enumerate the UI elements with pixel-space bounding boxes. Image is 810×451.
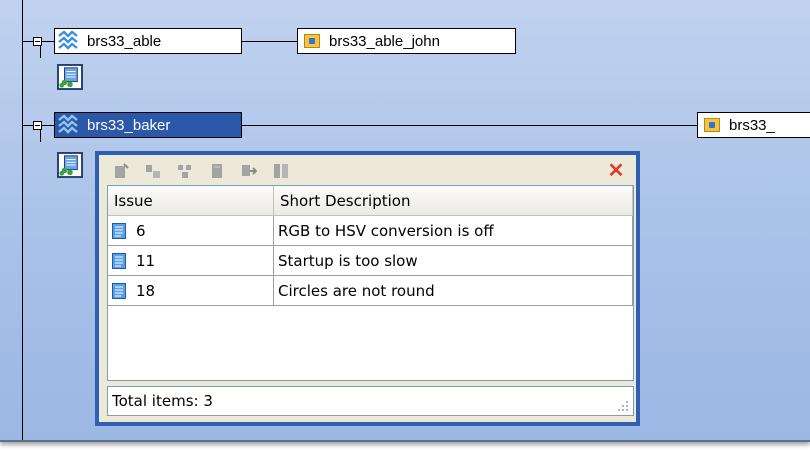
stream-node-baker[interactable]: brs33_baker [54, 112, 242, 138]
tree-branch-line [22, 125, 33, 126]
associate-issue-icon[interactable] [145, 163, 161, 179]
workspace-icon [704, 118, 720, 132]
workspace-node-able-john[interactable]: brs33_able_john [297, 28, 516, 54]
workspace-node-baker[interactable]: brs33_ [697, 112, 810, 138]
add-issues-icon[interactable] [177, 163, 193, 179]
tree-branch-line [22, 41, 33, 42]
edit-issue-icon[interactable] [209, 163, 225, 179]
resize-grip-icon[interactable] [617, 400, 629, 412]
total-items-label: Total items: 3 [112, 392, 213, 410]
issues-button-able[interactable] [57, 64, 83, 90]
issue-number: 18 [136, 281, 156, 300]
stream-icon [58, 114, 78, 134]
description-cell: Circles are not round [274, 276, 633, 305]
table-row[interactable]: 18 Circles are not round [108, 276, 633, 306]
description-cell: RGB to HSV conversion is off [274, 216, 633, 245]
move-issue-icon[interactable] [241, 163, 257, 179]
issue-icon [112, 282, 126, 299]
issues-toolbar: ✕ [99, 155, 636, 187]
stream-node-label: brs33_able [87, 32, 162, 50]
tree-branch-line [40, 44, 41, 58]
close-icon[interactable]: ✕ [606, 161, 626, 181]
issue-cell: 18 [108, 276, 274, 305]
issues-button-baker[interactable] [57, 152, 83, 178]
stream-node-label: brs33_baker [87, 116, 171, 134]
split-issue-icon[interactable] [273, 163, 289, 179]
workspace-node-label: brs33_able_john [329, 32, 440, 50]
table-row[interactable]: 11 Startup is too slow [108, 246, 633, 276]
column-header-short-description[interactable]: Short Description [274, 186, 633, 215]
column-header-issue[interactable]: Issue [108, 186, 274, 215]
workspace-icon [304, 34, 320, 48]
stream-icon [58, 30, 78, 50]
stream-browser-canvas: brs33_able brs33_able_john brs33_baker b… [0, 0, 810, 442]
issue-number: 6 [136, 221, 146, 240]
tree-trunk-line [22, 0, 23, 440]
tree-connector-line [242, 125, 697, 126]
tree-branch-line [42, 125, 54, 126]
issue-cell: 11 [108, 246, 274, 275]
issues-table: Issue Short Description 6 RGB to HSV con… [107, 185, 634, 381]
tree-connector-line [242, 41, 297, 42]
tree-branch-line [42, 41, 54, 42]
table-header: Issue Short Description [108, 186, 633, 216]
issue-number: 11 [136, 251, 156, 270]
status-bar: Total items: 3 [107, 386, 634, 416]
issue-icon [112, 222, 126, 239]
stream-node-able[interactable]: brs33_able [54, 28, 242, 54]
tree-branch-line [40, 128, 41, 142]
new-issue-icon[interactable] [113, 163, 129, 179]
table-row[interactable]: 6 RGB to HSV conversion is off [108, 216, 633, 246]
issue-cell: 6 [108, 216, 274, 245]
issue-icon [112, 252, 126, 269]
workspace-node-label: brs33_ [729, 116, 775, 134]
issues-popup: ✕ Issue Short Description 6 RGB to HSV c… [95, 151, 640, 426]
collapse-toggle-baker[interactable] [33, 121, 42, 130]
description-cell: Startup is too slow [274, 246, 633, 275]
collapse-toggle-able[interactable] [33, 37, 42, 46]
